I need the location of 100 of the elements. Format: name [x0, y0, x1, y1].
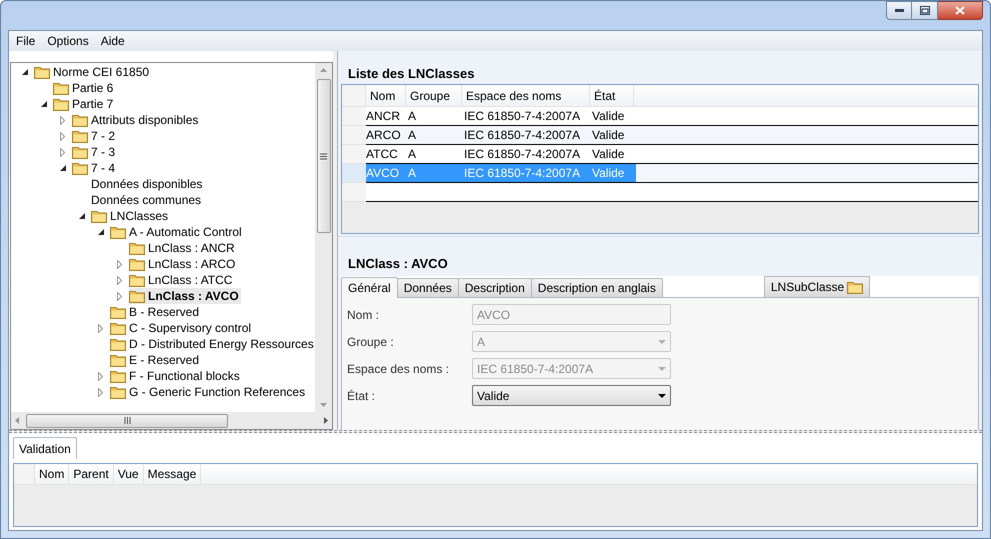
table-cell-text: AVCO — [366, 165, 400, 182]
collapsed-triangle-icon[interactable] — [117, 276, 122, 284]
up-arrow-icon — [320, 68, 327, 72]
expanded-triangle-icon[interactable] — [40, 101, 46, 107]
collapsed-triangle-icon[interactable] — [117, 260, 122, 268]
tree-item[interactable]: E - Reserved — [110, 352, 202, 368]
tree-item[interactable]: 7 - 3 — [72, 144, 118, 160]
column-header[interactable]: Message — [144, 464, 202, 484]
expanded-triangle-icon[interactable] — [98, 229, 104, 235]
expanded-triangle-icon[interactable] — [22, 69, 28, 75]
folder-icon — [53, 81, 69, 95]
vertical-scrollbar[interactable] — [315, 63, 332, 412]
folder-icon — [72, 161, 88, 175]
tab[interactable]: LNSubClasse — [764, 276, 870, 297]
field-label: Groupe : — [347, 334, 395, 350]
down-arrow-icon — [320, 403, 327, 407]
tree-item[interactable]: LNClasses — [91, 208, 170, 224]
minimize-button[interactable] — [886, 1, 912, 20]
folder-icon — [110, 337, 126, 351]
grip-icon — [320, 152, 327, 160]
expanded-triangle-icon[interactable] — [60, 165, 66, 171]
collapsed-triangle-icon[interactable] — [98, 372, 103, 380]
close-button[interactable] — [938, 1, 983, 20]
field-label: État : — [347, 388, 376, 404]
tree-item[interactable]: Norme CEI 61850 — [34, 64, 152, 80]
dropdown[interactable]: Valide — [472, 385, 671, 406]
tree-item[interactable]: B - Reserved — [110, 304, 202, 320]
folder-icon — [72, 145, 88, 159]
table-cell-text: Valide — [592, 127, 626, 144]
collapsed-triangle-icon[interactable] — [60, 148, 65, 156]
menu-item[interactable]: Options — [42, 32, 94, 50]
table-cell-text: A — [408, 165, 418, 182]
column-header[interactable]: Nom — [35, 464, 70, 484]
tree-item[interactable]: LnClass : ATCC — [129, 272, 234, 288]
right-arrow-icon — [324, 417, 328, 424]
menu-item[interactable]: File — [11, 32, 40, 50]
folder-icon — [72, 113, 88, 127]
tree-item[interactable]: D - Distributed Energy Ressources — [110, 336, 315, 352]
column-header[interactable]: Parent — [69, 464, 114, 484]
folder-icon — [110, 321, 126, 335]
table-cell-text: ANCR — [366, 108, 402, 125]
column-header[interactable]: Nom — [366, 85, 406, 106]
collapsed-triangle-icon[interactable] — [60, 132, 65, 140]
menu-item[interactable]: Aide — [96, 32, 130, 50]
folder-icon — [129, 273, 145, 287]
table-cell-text: IEC 61850-7-4:2007A — [464, 146, 582, 163]
grip-icon — [124, 417, 130, 424]
tree-item[interactable]: F - Functional blocks — [110, 368, 242, 384]
tab[interactable]: Général — [341, 277, 398, 298]
tree-item[interactable]: Données communes — [91, 192, 204, 208]
table-cell-text: A — [408, 127, 418, 144]
column-header[interactable]: Groupe — [406, 85, 462, 106]
tree-item[interactable]: LnClass : ARCO — [129, 256, 238, 272]
table-cell-text: Valide — [592, 165, 626, 182]
close-icon — [955, 6, 965, 15]
dropdown-arrow-icon — [658, 394, 666, 398]
column-header[interactable]: Vue — [114, 464, 144, 484]
expanded-triangle-icon[interactable] — [78, 213, 84, 219]
tree-item[interactable]: Attributs disponibles — [72, 112, 200, 128]
table-cell-text: Valide — [592, 146, 626, 163]
column-header[interactable]: Espace des noms — [462, 85, 590, 106]
collapsed-triangle-icon[interactable] — [98, 324, 103, 332]
new-row[interactable] — [366, 183, 978, 202]
dropdown-arrow-icon — [658, 340, 666, 344]
section-title: Liste des LNClasses — [348, 65, 476, 81]
table-cell-text: IEC 61850-7-4:2007A — [464, 165, 582, 182]
folder-icon — [129, 257, 145, 271]
table-cell-text: A — [408, 146, 418, 163]
folder-icon — [34, 65, 50, 79]
column-header[interactable]: État — [590, 85, 634, 106]
field-label: Nom : — [347, 306, 380, 324]
tab[interactable]: Validation — [13, 437, 77, 459]
collapsed-triangle-icon[interactable] — [98, 388, 103, 396]
collapsed-triangle-icon[interactable] — [117, 292, 122, 300]
tab[interactable]: Description en anglais — [530, 278, 663, 297]
tree-item[interactable]: 7 - 2 — [72, 128, 118, 144]
section-title: LNClass : AVCO — [348, 255, 449, 271]
tab[interactable]: Description — [458, 278, 532, 297]
scrollbar-thumb[interactable] — [26, 414, 228, 428]
folder-icon — [110, 385, 126, 399]
restore-icon — [920, 6, 930, 15]
folder-icon — [847, 280, 864, 294]
tab[interactable]: Données — [396, 278, 459, 297]
minimize-icon — [894, 9, 904, 12]
collapsed-triangle-icon[interactable] — [60, 116, 65, 124]
folder-icon — [72, 129, 88, 143]
tree-item[interactable]: Partie 7 — [53, 96, 116, 112]
tree-item[interactable]: C - Supervisory control — [110, 320, 254, 336]
scrollbar-thumb[interactable] — [316, 79, 330, 233]
tree-item[interactable]: 7 - 4 — [72, 160, 118, 176]
horizontal-scrollbar[interactable] — [11, 412, 332, 429]
tree-item[interactable]: A - Automatic Control — [110, 224, 244, 240]
tree-item[interactable]: Données disponibles — [91, 176, 204, 192]
tree-item[interactable]: Partie 6 — [53, 80, 116, 96]
tree-item[interactable]: LnClass : ANCR — [129, 240, 237, 256]
tree-item[interactable]: G - Generic Function References — [110, 384, 308, 400]
tree-item[interactable]: LnClass : AVCO — [129, 288, 241, 304]
folder-icon — [110, 369, 126, 383]
maximize-button[interactable] — [912, 1, 938, 20]
table-cell-text: ATCC — [366, 146, 399, 163]
